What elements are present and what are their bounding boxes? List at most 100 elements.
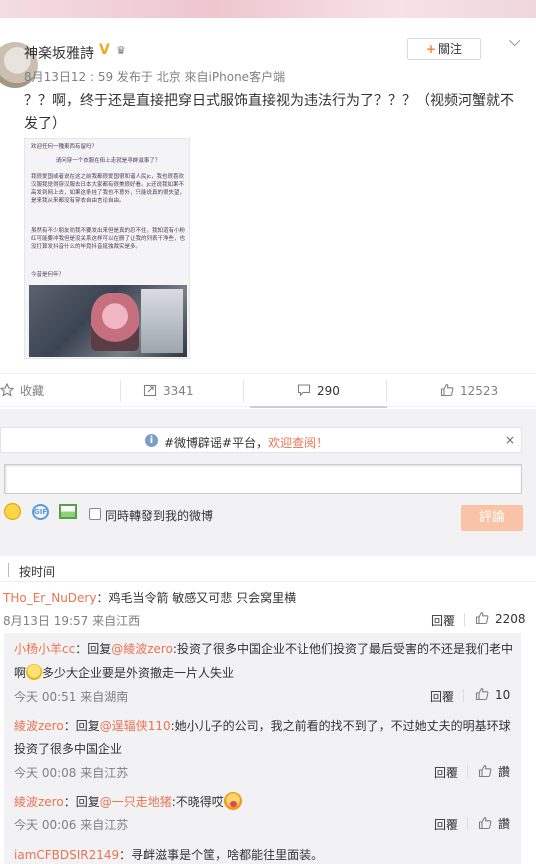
comment-action[interactable]: 290	[297, 383, 340, 399]
reply-like-button[interactable]: 讚	[478, 815, 510, 832]
comment-tab-underline	[250, 406, 387, 408]
reply-text: :她小儿子的公司，我之前看的找不到了，不过她丈夫的明基环球	[170, 719, 511, 733]
image-text-para2: 虽然有不少朋友劝我不要发出来但是真的忍不住，我知道有小粉红可能要冲我但是没关系这…	[31, 228, 186, 250]
reply-item: 小杨小羊cc：回复@綾波zero:投资了很多中国企业不让他们投资了最后受害的不还…	[14, 638, 514, 661]
divider	[243, 380, 244, 402]
embedded-photo	[29, 285, 187, 357]
top-banner	[0, 0, 536, 18]
thumbs-up-icon	[475, 687, 489, 701]
comment-like-button[interactable]: 2208	[475, 611, 526, 626]
reply-username[interactable]: 小杨小羊cc	[14, 642, 75, 656]
post-username[interactable]: 神楽坂雅詩	[24, 43, 94, 63]
image-text-line3: 今昔是何年？	[31, 272, 65, 278]
notice-bar: i #微博辟谣#平台，欢迎查阅！ ×	[0, 427, 522, 453]
reply-button[interactable]: 回覆	[430, 688, 454, 705]
comment-input[interactable]	[4, 464, 522, 494]
comment-like-count: 2208	[495, 612, 526, 626]
notice-link[interactable]: 欢迎查阅！	[268, 436, 328, 450]
reply-text: :不晓得哎	[171, 795, 224, 809]
post-text: ？？啊，终于还是直接把穿日式服饰直接视为违法行为了？？？（视频河蟹就不发了）	[24, 93, 514, 132]
favorite-label: 收藏	[20, 384, 45, 398]
reply-item: 綾波zero：回复@一只走地猪:不晓得哎	[14, 791, 514, 814]
divider	[464, 613, 465, 626]
action-bar: 收藏 3341 290 12523	[0, 373, 536, 408]
post-meta: 8月13日12 : 59 发布于 北京 來自iPhone客户端	[24, 70, 286, 84]
comment-count: 290	[317, 384, 340, 398]
reply-button[interactable]: 回覆	[431, 612, 455, 629]
divider	[467, 765, 468, 778]
blush-emoji-icon	[223, 792, 242, 810]
info-icon: i	[145, 434, 158, 447]
reply-mention[interactable]: @綾波zero	[111, 642, 173, 656]
reply-time: 今天 00:51 来自湖南	[14, 690, 129, 704]
divider	[120, 380, 121, 402]
thumbs-up-icon	[478, 816, 492, 830]
follow-label: 關注	[438, 42, 463, 56]
thumbs-up-icon	[478, 764, 492, 778]
repost-action[interactable]: 3341	[143, 383, 194, 399]
follow-button[interactable]: + 關注	[407, 38, 481, 60]
emoji-icon[interactable]	[4, 503, 21, 520]
repost-checkbox[interactable]	[89, 508, 101, 520]
post-image[interactable]: 欢迎任何一種東西有留吗？ 请问穿一个衣服在街上走就是寻衅滋事了？ 我很爱国或者说…	[24, 138, 190, 359]
like-count: 12523	[460, 384, 499, 398]
reply-item-cont: 投资了很多中国企业	[14, 738, 122, 761]
comment-time: 8月13日 19:57 来自江西	[3, 614, 141, 628]
photo-figure	[91, 293, 139, 351]
reply-text: 多少大企业要是外资撤走一片人失业	[42, 666, 235, 680]
thumbs-up-icon	[475, 611, 489, 625]
image-text-line1: 欢迎任何一種東西有留吗？	[31, 144, 98, 150]
favorite-action[interactable]: 收藏	[0, 383, 44, 399]
photo-window	[141, 289, 183, 353]
image-text-line2: 请问穿一个衣服在街上走就是寻衅滋事了？	[55, 158, 161, 164]
reply-username[interactable]: iamCFBDSIR2149	[14, 848, 119, 862]
chevron-down-icon[interactable]: ⌵	[509, 34, 523, 49]
sweat-emoji-icon	[26, 664, 43, 680]
submit-button[interactable]: 評論	[461, 505, 523, 531]
divider	[386, 380, 387, 402]
gif-icon[interactable]: GIF	[32, 504, 49, 520]
sort-divider	[8, 563, 9, 577]
crown-icon: ♛	[116, 44, 126, 57]
reply-username[interactable]: 綾波zero	[14, 795, 64, 809]
repost-count: 3341	[163, 384, 194, 398]
divider	[467, 817, 468, 830]
divider	[463, 689, 464, 702]
reply-item: iamCFBDSIR2149：寻衅滋事是个筐，啥都能往里面装。	[14, 844, 514, 864]
close-icon[interactable]: ×	[505, 433, 515, 447]
reply-like-count: 10	[495, 688, 511, 702]
reply-time: 今天 00:08 来自江苏	[14, 766, 129, 780]
reply-like-count: 讚	[498, 817, 511, 831]
repost-option-label: 同時轉發到我的微博	[105, 509, 214, 523]
comment-username[interactable]: THo_Er_NuDery	[3, 591, 96, 605]
plus-icon: +	[425, 42, 437, 56]
sort-by-time[interactable]: 按时间	[19, 563, 55, 580]
reply-prefix: ：回复	[63, 795, 100, 809]
reply-like-count: 讚	[498, 765, 511, 779]
star-icon	[0, 383, 14, 397]
reply-like-button[interactable]: 讚	[478, 763, 510, 780]
reply-mention[interactable]: @逞辐侠110	[100, 719, 171, 733]
reply-text: ：寻衅滋事是个筐，啥都能往里面装。	[119, 848, 324, 862]
image-icon[interactable]	[59, 504, 77, 519]
image-text-para1: 我很爱国或者说在这之前我都很爱国很和谐人民jc，我也很喜欢汉服我觉得穿汉服去日本…	[31, 174, 186, 204]
reply-prefix: ：回复	[63, 719, 100, 733]
thumbs-up-icon	[440, 383, 454, 397]
reply-button[interactable]: 回覆	[434, 764, 458, 781]
verified-v-icon: V	[99, 42, 110, 58]
comment-text: ：鸡毛当令箭 敏感又可悲 只会窝里横	[96, 591, 297, 605]
reply-time: 今天 00:06 来自江苏	[14, 818, 129, 832]
reply-text: :投资了很多中国企业不让他们投资了最后受害的不还是我们老中	[172, 642, 513, 656]
reply-like-button[interactable]: 10	[475, 687, 510, 702]
reply-text: 投资了很多中国企业	[14, 742, 123, 756]
sort-bar: 按时间	[0, 556, 536, 582]
reply-mention[interactable]: @一只走地猪	[100, 795, 172, 809]
reply-button[interactable]: 回覆	[434, 816, 458, 833]
notice-text: #微博辟谣#平台，欢迎查阅！	[164, 434, 328, 451]
reply-username[interactable]: 綾波zero	[14, 719, 64, 733]
comment-item: THo_Er_NuDery：鸡毛当令箭 敏感又可悲 只会窝里横	[3, 589, 296, 606]
comment-icon	[297, 384, 311, 397]
repost-icon	[143, 384, 157, 397]
reply-item-cont: 啊 多少大企业要是外资撤走一片人失业	[14, 662, 234, 685]
like-action[interactable]: 12523	[440, 383, 498, 399]
